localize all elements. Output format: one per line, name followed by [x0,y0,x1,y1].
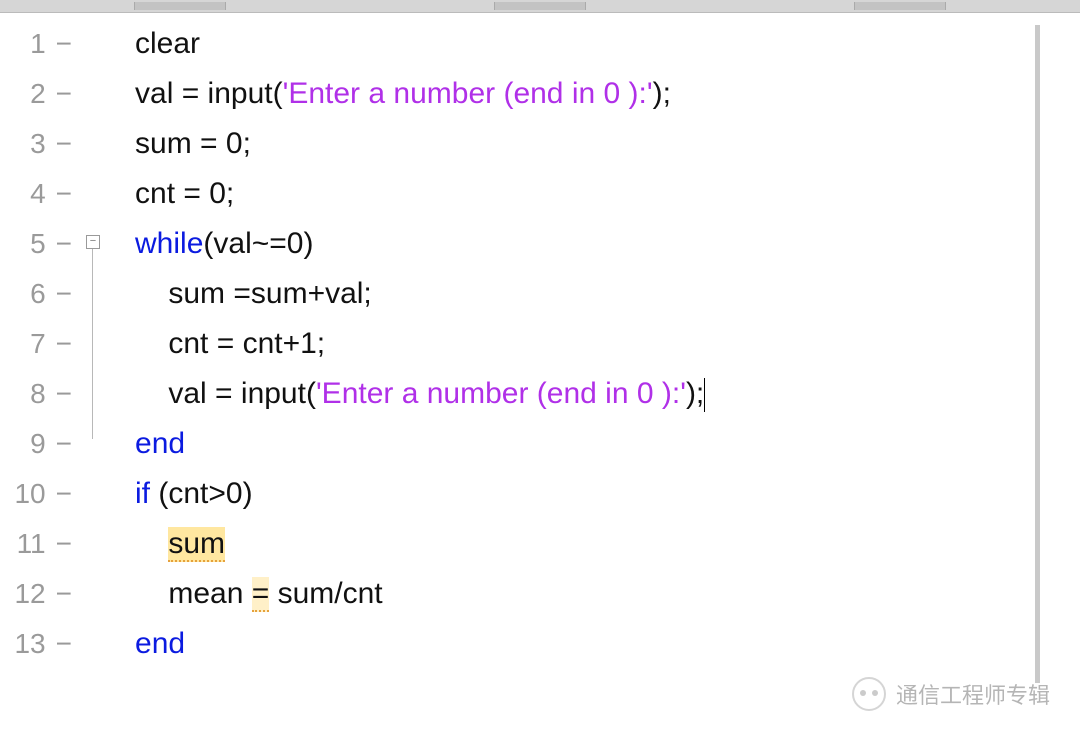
tab-stub[interactable] [494,2,586,10]
code-fold-gutter: − [80,13,110,733]
line-number: 3 [10,119,46,169]
gutter-row: 3− [0,119,80,169]
code-line[interactable]: sum = 0; [110,119,1080,169]
line-number: 5 [10,219,46,269]
breakpoint-dash[interactable]: − [56,319,72,369]
code-text: cnt = 0; [135,177,234,210]
gutter-row: 2− [0,69,80,119]
code-text: ); [686,377,704,410]
watermark-text: 通信工程师专辑 [896,678,1050,710]
code-line[interactable]: if (cnt>0) [110,469,1080,519]
keyword: if [135,477,158,510]
code-line[interactable]: val = input('Enter a number (end in 0 ):… [110,369,1080,419]
gutter-row: 8− [0,369,80,419]
code-line[interactable]: val = input('Enter a number (end in 0 ):… [110,69,1080,119]
gutter-row: 5− [0,219,80,269]
code-text: sum/cnt [269,577,382,610]
tab-strip [0,0,1080,13]
code-text: mean [168,577,251,610]
gutter-row: 10− [0,469,80,519]
string-literal: 'Enter a number (end in 0 ):' [316,377,686,410]
text-cursor [704,378,705,412]
code-text-area[interactable]: clear val = input('Enter a number (end i… [110,13,1080,733]
gutter-row: 12− [0,569,80,619]
code-line[interactable]: cnt = 0; [110,169,1080,219]
line-number: 9 [10,419,46,469]
code-text: cnt = cnt+1; [168,327,325,360]
breakpoint-dash[interactable]: − [56,569,72,619]
code-text: (cnt>0) [158,477,252,510]
line-number-gutter: 1− 2− 3− 4− 5− 6− 7− 8− 9− 10− 11− 12− 1… [0,13,80,733]
line-number: 11 [10,519,46,569]
line-number: 13 [10,619,46,669]
breakpoint-dash[interactable]: − [56,169,72,219]
code-text: sum = 0; [135,127,251,160]
breakpoint-dash[interactable]: − [56,119,72,169]
code-line[interactable]: while(val~=0) [110,219,1080,269]
gutter-row: 4− [0,169,80,219]
code-line[interactable]: clear [110,19,1080,69]
breakpoint-dash[interactable]: − [56,419,72,469]
line-number: 1 [10,19,46,69]
gutter-row: 9− [0,419,80,469]
fold-guide-line [92,249,93,439]
keyword: end [135,627,185,660]
code-text: (val~=0) [203,227,313,260]
keyword: while [135,227,203,260]
breakpoint-dash[interactable]: − [56,219,72,269]
line-number: 12 [10,569,46,619]
code-line[interactable]: end [110,619,1080,669]
breakpoint-dash[interactable]: − [56,269,72,319]
line-number: 2 [10,69,46,119]
gutter-row: 1− [0,19,80,69]
line-number: 8 [10,369,46,419]
code-line[interactable]: end [110,419,1080,469]
editor-area[interactable]: 1− 2− 3− 4− 5− 6− 7− 8− 9− 10− 11− 12− 1… [0,13,1080,733]
code-text: ); [653,77,671,110]
code-text: val = input( [135,77,283,110]
wechat-icon [852,677,886,711]
code-text: sum =sum+val; [168,277,371,310]
string-literal: 'Enter a number (end in 0 ):' [283,77,653,110]
line-number: 7 [10,319,46,369]
fold-toggle-icon[interactable]: − [86,235,100,249]
breakpoint-dash[interactable]: − [56,519,72,569]
gutter-row: 13− [0,619,80,669]
gutter-row: 7− [0,319,80,369]
gutter-row: 6− [0,269,80,319]
line-number: 10 [10,469,46,519]
tab-stub[interactable] [854,2,946,10]
code-line[interactable]: sum [110,519,1080,569]
code-warning-highlight: sum [168,527,225,562]
keyword: end [135,427,185,460]
tab-stub[interactable] [134,2,226,10]
code-text: val = input( [168,377,316,410]
code-line[interactable]: mean = sum/cnt [110,569,1080,619]
breakpoint-dash[interactable]: − [56,469,72,519]
breakpoint-dash[interactable]: − [56,69,72,119]
breakpoint-dash[interactable]: − [56,619,72,669]
breakpoint-dash[interactable]: − [56,19,72,69]
code-text: clear [135,27,200,60]
code-line[interactable]: sum =sum+val; [110,269,1080,319]
line-number: 6 [10,269,46,319]
line-number: 4 [10,169,46,219]
code-line[interactable]: cnt = cnt+1; [110,319,1080,369]
watermark: 通信工程师专辑 [852,677,1050,711]
gutter-row: 11− [0,519,80,569]
right-margin-guide [1035,25,1040,683]
breakpoint-dash[interactable]: − [56,369,72,419]
code-warning-highlight: = [252,577,270,612]
